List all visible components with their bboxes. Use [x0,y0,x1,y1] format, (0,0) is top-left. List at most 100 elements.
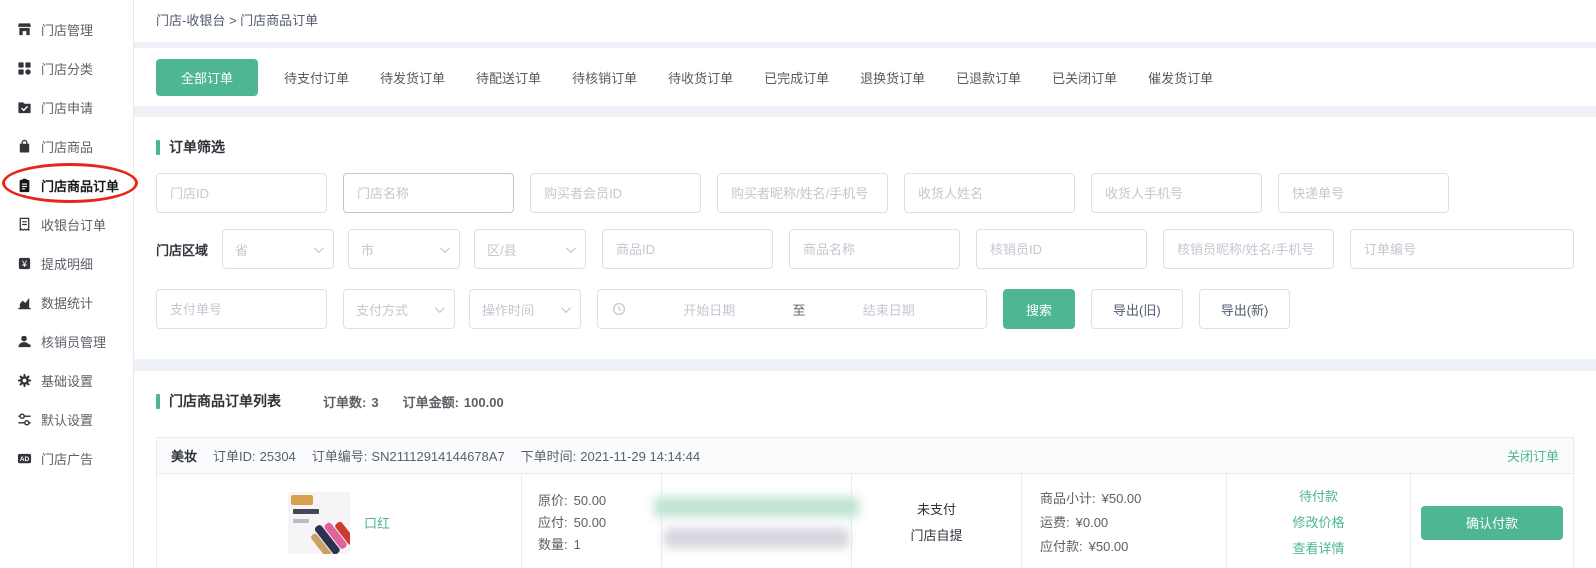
clipboard-icon [17,178,32,193]
new-badge [291,495,313,505]
buyer-member-id-input[interactable] [530,173,701,213]
chevron-down-icon [561,303,571,313]
tab-pending-shipment[interactable]: 待发货订单 [380,68,445,87]
tab-urge-shipment[interactable]: 催发货订单 [1148,68,1213,87]
payable-price: 应付:50.00 [538,512,661,534]
sidebar-item-cashier-orders[interactable]: 收银台订单 [0,205,133,244]
order-id: 订单ID:25304 [213,446,296,465]
buyer-nickname-input[interactable] [717,173,888,213]
status-cell: 未支付 门店自提 [851,474,1021,568]
sidebar-item-verifier-management[interactable]: 核销员管理 [0,322,133,361]
chevron-down-icon [440,243,450,253]
order-sn: 订单编号:SN21112914144678A7 [312,446,505,465]
product-thumbnail[interactable] [288,492,350,554]
sidebar-item-basic-settings[interactable]: 基础设置 [0,361,133,400]
bag-icon [17,139,32,154]
view-detail-link[interactable]: 查看详情 [1292,536,1344,562]
filter-title: 订单筛选 [156,137,1574,157]
district-select[interactable]: 区/县 [474,229,586,269]
sidebar-item-label: 数据统计 [41,293,93,312]
sidebar-item-commission-detail[interactable]: ¥ 提成明细 [0,244,133,283]
shipping-fee: 运费:¥0.00 [1040,511,1226,535]
province-select[interactable]: 省 [222,229,334,269]
verifier-nickname-input[interactable] [1163,229,1334,269]
sidebar-item-label: 门店分类 [41,59,93,78]
filter-row-3: 支付方式 操作时间 开始日期 至 结束日期 搜索 导出(旧) 导出( [156,289,1574,329]
verifier-id-input[interactable] [976,229,1147,269]
sidebar-item-store-category[interactable]: 门店分类 [0,49,133,88]
folder-check-icon [17,100,32,115]
store-id-input[interactable] [156,173,327,213]
sliders-icon [17,412,32,427]
sidebar-item-store-ads[interactable]: AD 门店广告 [0,439,133,478]
receiver-phone-input[interactable] [1091,173,1262,213]
order-amount: 订单金额:100.00 [403,392,504,411]
person-icon [17,334,32,349]
chart-icon [17,295,32,310]
actions-cell: 待付款 修改价格 查看详情 [1226,474,1410,568]
tab-pending-payment[interactable]: 待支付订单 [284,68,349,87]
product-cell: 口红 [157,474,521,568]
order-product-row: 口红 原价:50.00 应付:50.00 数量:1 [157,474,1573,568]
tab-return-exchange[interactable]: 退换货订单 [860,68,925,87]
confirm-payment-button[interactable]: 确认付款 [1421,506,1563,540]
confirm-cell: 确认付款 [1410,474,1573,568]
sidebar-item-label: 门店商品 [41,137,93,156]
chevron-down-icon [435,303,445,313]
store-name-input[interactable] [343,173,514,213]
store-icon [17,22,32,37]
product-name-link[interactable]: 口红 [364,513,390,532]
order-sn-input[interactable] [1350,229,1574,269]
sidebar-item-label: 提成明细 [41,254,93,273]
operate-time-select[interactable]: 操作时间 [469,289,581,329]
filter-row-1 [156,173,1574,213]
payment-no-input[interactable] [156,289,327,329]
tab-closed[interactable]: 已关闭订单 [1052,68,1117,87]
tab-all-orders[interactable]: 全部订单 [156,59,258,96]
search-button[interactable]: 搜索 [1003,289,1075,329]
tracking-number-input[interactable] [1278,173,1449,213]
sidebar-item-store-goods-orders[interactable]: 门店商品订单 [0,166,133,205]
order-list-section: 门店商品订单列表 订单数:3 订单金额:100.00 美妆 订单ID:25304… [134,371,1596,568]
tab-pending-receipt[interactable]: 待收货订单 [668,68,733,87]
sidebar-item-store-management[interactable]: 门店管理 [0,10,133,49]
close-order-link[interactable]: 关闭订单 [1507,446,1559,465]
price-cell: 原价:50.00 应付:50.00 数量:1 [521,474,661,568]
end-date-input[interactable]: 结束日期 [806,300,973,319]
payment-method-select[interactable]: 支付方式 [343,289,455,329]
tab-pending-delivery[interactable]: 待配送订单 [476,68,541,87]
sidebar-item-default-settings[interactable]: 默认设置 [0,400,133,439]
sidebar-item-label: 核销员管理 [41,332,106,351]
receiver-name-input[interactable] [904,173,1075,213]
filter-row-2: 门店区域 省 市 区/县 [156,229,1574,269]
tab-refunded[interactable]: 已退款订单 [956,68,1021,87]
grid-icon [17,61,32,76]
payment-status: 未支付 [917,497,956,523]
sidebar: 门店管理 门店分类 门店申请 门店商品 门店商品订单 [0,0,134,568]
region-label: 门店区域 [156,240,222,259]
thumb-text-line [293,509,319,514]
start-date-input[interactable]: 开始日期 [626,300,793,319]
thumb-text-line [293,519,309,523]
export-new-button[interactable]: 导出(新) [1199,289,1291,329]
sidebar-item-store-goods[interactable]: 门店商品 [0,127,133,166]
export-old-button[interactable]: 导出(旧) [1091,289,1183,329]
tab-pending-verification[interactable]: 待核销订单 [572,68,637,87]
order-time: 下单时间:2021-11-29 14:14:44 [521,446,700,465]
sidebar-item-store-application[interactable]: 门店申请 [0,88,133,127]
date-separator: 至 [793,300,806,319]
sidebar-item-data-statistics[interactable]: 数据统计 [0,283,133,322]
tab-completed[interactable]: 已完成订单 [764,68,829,87]
order-tabs: 全部订单 待支付订单 待发货订单 待配送订单 待核销订单 待收货订单 已完成订单… [134,48,1596,106]
pending-payment-status: 待付款 [1299,484,1338,510]
date-range-picker[interactable]: 开始日期 至 结束日期 [597,289,987,329]
order-list-title: 门店商品订单列表 [156,391,281,411]
customer-cell [661,474,851,568]
modify-price-link[interactable]: 修改价格 [1292,510,1344,536]
product-name-input[interactable] [789,229,960,269]
ad-icon: AD [17,451,32,466]
product-id-input[interactable] [602,229,773,269]
sidebar-item-label: 默认设置 [41,410,93,429]
city-select[interactable]: 市 [348,229,460,269]
blurred-customer-name [654,497,859,517]
